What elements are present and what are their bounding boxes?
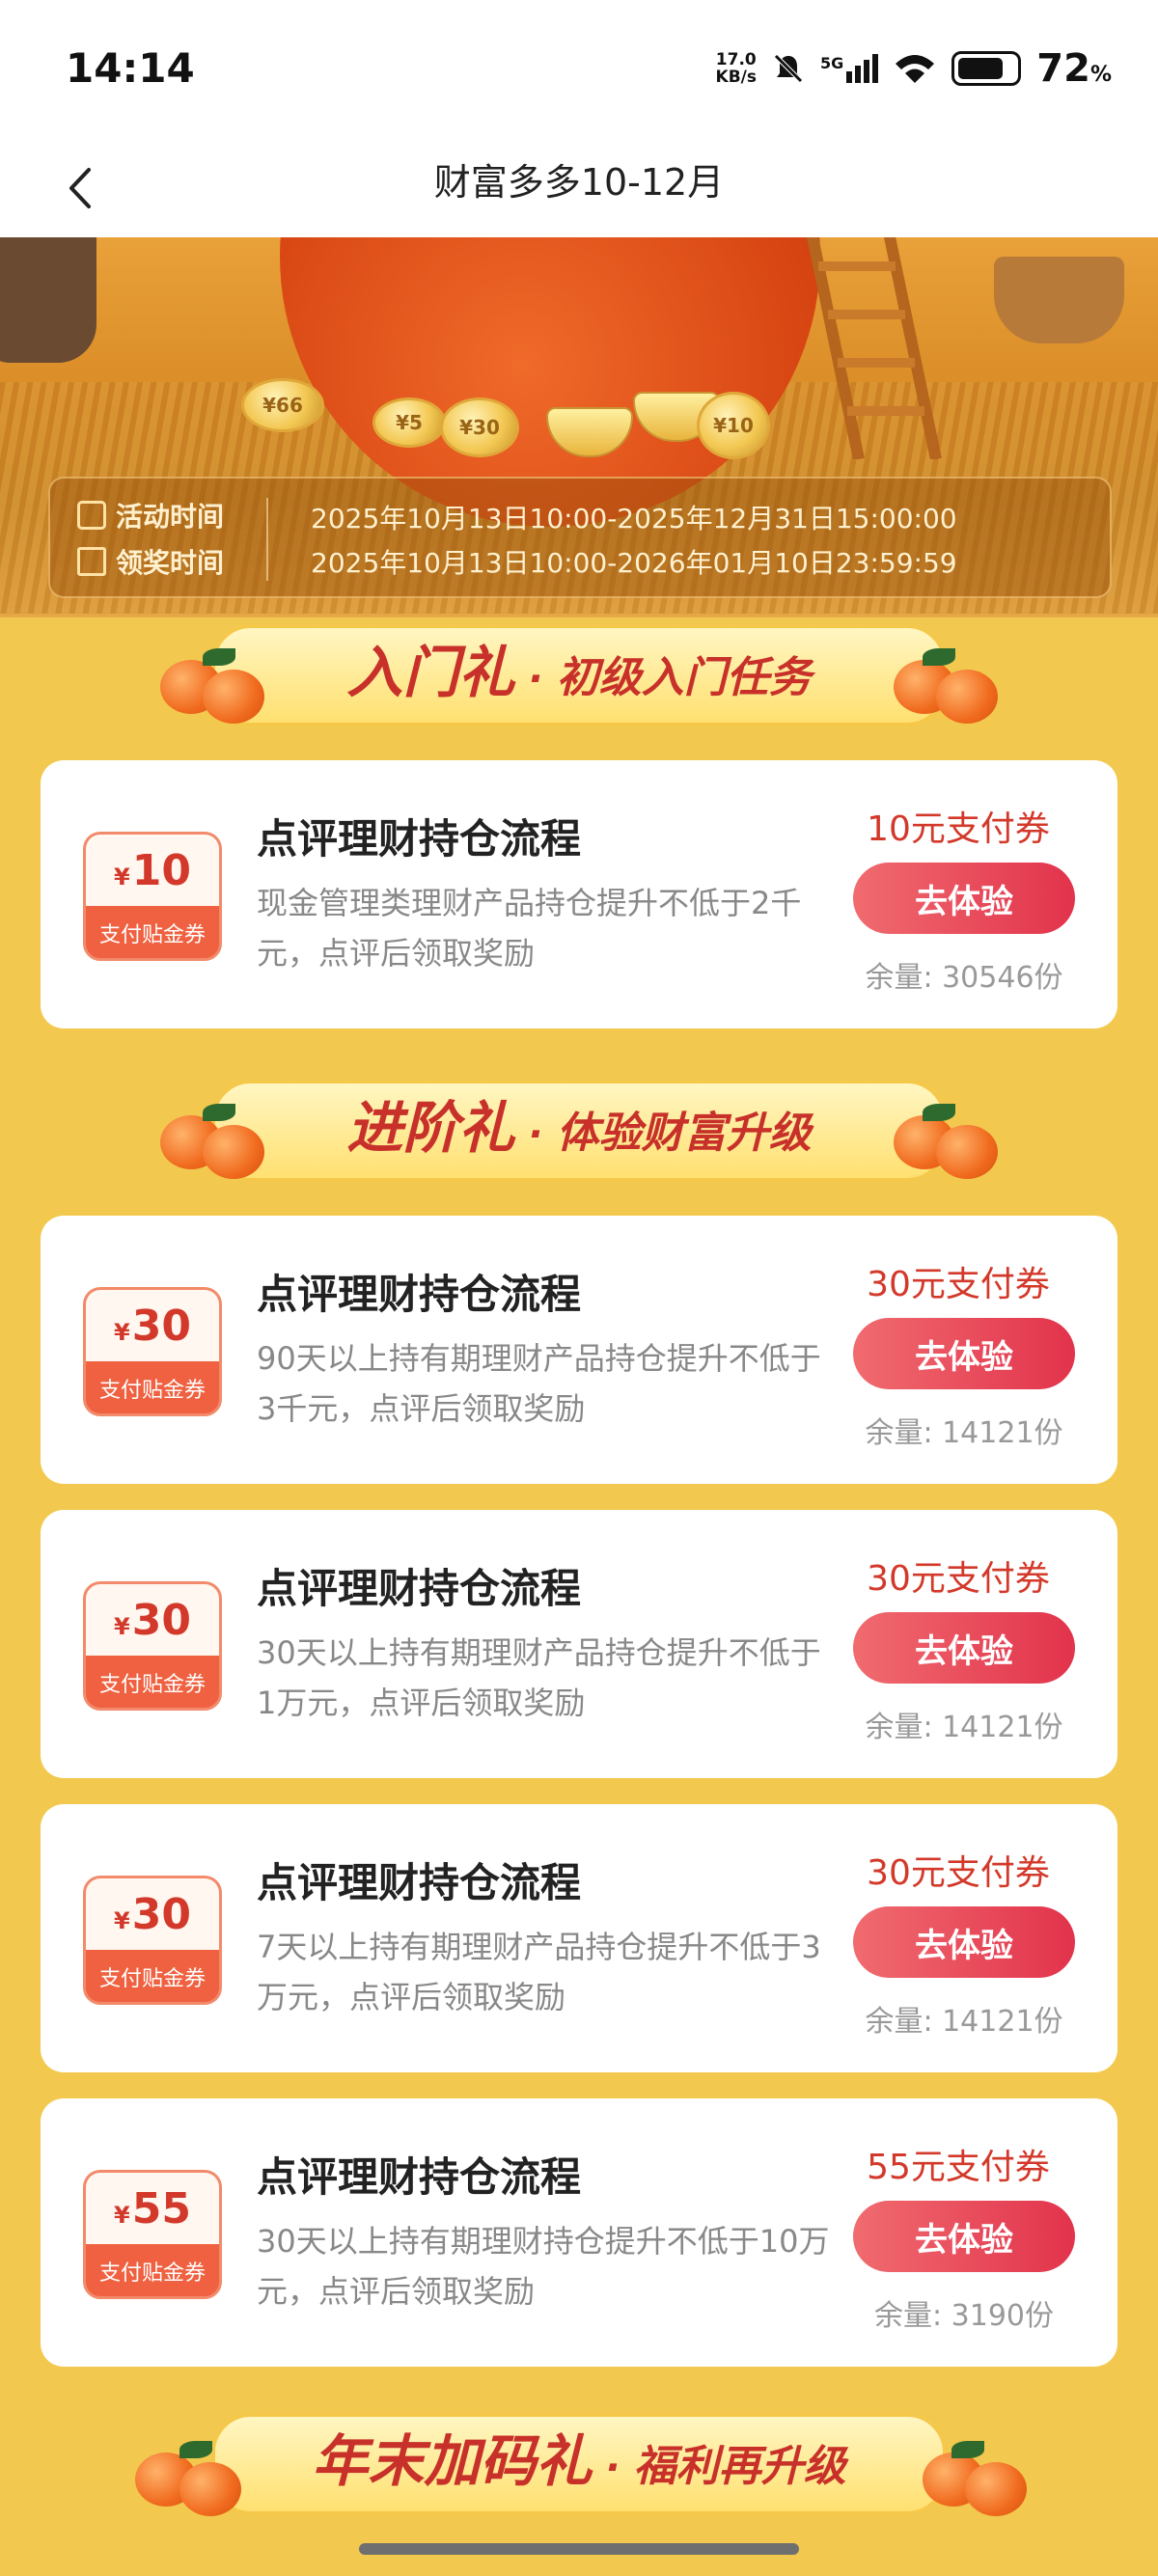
section-banner-year-end: 年末加码礼 · 福利再升级 [0,2398,1158,2524]
activity-time-label-row: 活动时间 [77,496,224,534]
cellular-signal-icon: 5G [820,54,879,83]
ladder-illustration [806,237,942,459]
task-card: ¥55 支付贴金券 点评理财持仓流程 30天以上持有期理财持仓提升不低于10万元… [41,2098,1117,2367]
reward-label: 30元支付券 [867,1853,1050,1893]
claim-time-value: 2025年10月13日10:00-2026年01月10日23:59:59 [311,547,957,579]
task-title: 点评理财持仓流程 [257,1859,582,1906]
coin-icon: ¥10 [697,392,770,459]
section-title: 入门礼 · 初级入门任务 [346,640,812,705]
nav-bar: 财富多多10-12月 [0,141,1158,237]
coupon-badge: ¥30 支付贴金券 [83,1581,222,1711]
task-description: 30天以上持有期理财产品持仓提升不低于1万元，点评后领取奖励 [257,1634,821,1721]
section-title: 进阶礼 · 体验财富升级 [346,1095,812,1161]
task-card: ¥30 支付贴金券 点评理财持仓流程 30天以上持有期理财产品持仓提升不低于1万… [41,1510,1117,1778]
section-banner-beginner: 入门礼 · 初级入门任务 [0,610,1158,735]
task-card: ¥10 支付贴金券 点评理财持仓流程 现金管理类理财产品持仓提升不低于2千元，点… [41,760,1117,1028]
task-description: 现金管理类理财产品持仓提升不低于2千元，点评后领取奖励 [257,885,802,972]
coupon-badge: ¥30 支付贴金券 [83,1287,222,1416]
coupon-badge: ¥10 支付贴金券 [83,832,222,961]
section-title: 年末加码礼 · 福利再升级 [312,2428,846,2494]
clock: 14:14 [66,44,195,92]
task-description: 90天以上持有期理财产品持仓提升不低于3千元，点评后领取奖励 [257,1340,821,1427]
try-button[interactable]: 去体验 [853,1612,1075,1684]
gift-icon [77,547,106,576]
try-button[interactable]: 去体验 [853,1318,1075,1389]
try-button[interactable]: 去体验 [853,2201,1075,2272]
claim-time-label-row: 领奖时间 [77,542,224,581]
status-bar: 14:14 17.0 KB/s 5G 72% [0,0,1158,141]
remaining-stock: 余量: 14121份 [865,1711,1063,1744]
task-title: 点评理财持仓流程 [257,2153,582,2201]
try-button[interactable]: 去体验 [853,863,1075,934]
reward-label: 30元支付券 [867,1559,1050,1599]
coupon-badge: ¥30 支付贴金券 [83,1876,222,2005]
reward-label: 30元支付券 [867,1265,1050,1304]
reward-label: 55元支付券 [867,2148,1050,2187]
remaining-stock: 余量: 30546份 [865,961,1063,995]
task-description: 7天以上持有期理财产品持仓提升不低于3万元，点评后领取奖励 [257,1929,821,2015]
network-speed: 17.0 KB/s [715,50,758,87]
tree-illustration [0,237,96,363]
activity-time-value: 2025年10月13日10:00-2025年12月31日15:00:00 [311,503,957,534]
try-button[interactable]: 去体验 [853,1906,1075,1978]
coin-icon: ¥5 [372,397,446,448]
coin-icon: ¥30 [440,397,519,457]
mute-icon [774,54,803,83]
task-title: 点评理财持仓流程 [257,1271,582,1318]
section-banner-advanced: 进阶礼 · 体验财富升级 [0,1065,1158,1191]
task-card: ¥30 支付贴金券 点评理财持仓流程 90天以上持有期理财产品持仓提升不低于3千… [41,1216,1117,1484]
battery-icon [951,51,1022,86]
remaining-stock: 余量: 3190份 [874,2299,1054,2333]
reward-label: 10元支付券 [867,809,1050,849]
basket-illustration [994,257,1124,343]
task-title: 点评理财持仓流程 [257,815,582,863]
coin-icon: ¥66 [241,378,324,432]
page-title: 财富多多10-12月 [433,161,725,204]
divider [266,498,268,581]
task-card: ¥30 支付贴金券 点评理财持仓流程 7天以上持有期理财产品持仓提升不低于3万元… [41,1804,1117,2072]
wifi-icon [896,55,935,83]
activity-time-box: 活动时间 领奖时间 2025年10月13日10:00-2025年12月31日15… [48,477,1112,598]
calendar-icon [77,501,106,530]
status-icons: 17.0 KB/s 5G 72% [716,46,1112,91]
battery-percentage: 72% [1036,46,1112,91]
coupon-badge: ¥55 支付贴金券 [83,2170,222,2299]
remaining-stock: 余量: 14121份 [865,1416,1063,1450]
task-description: 30天以上持有期理财持仓提升不低于10万元，点评后领取奖励 [257,2223,830,2310]
remaining-stock: 余量: 14121份 [865,2005,1063,2039]
task-title: 点评理财持仓流程 [257,1565,582,1612]
home-indicator[interactable] [359,2543,799,2555]
